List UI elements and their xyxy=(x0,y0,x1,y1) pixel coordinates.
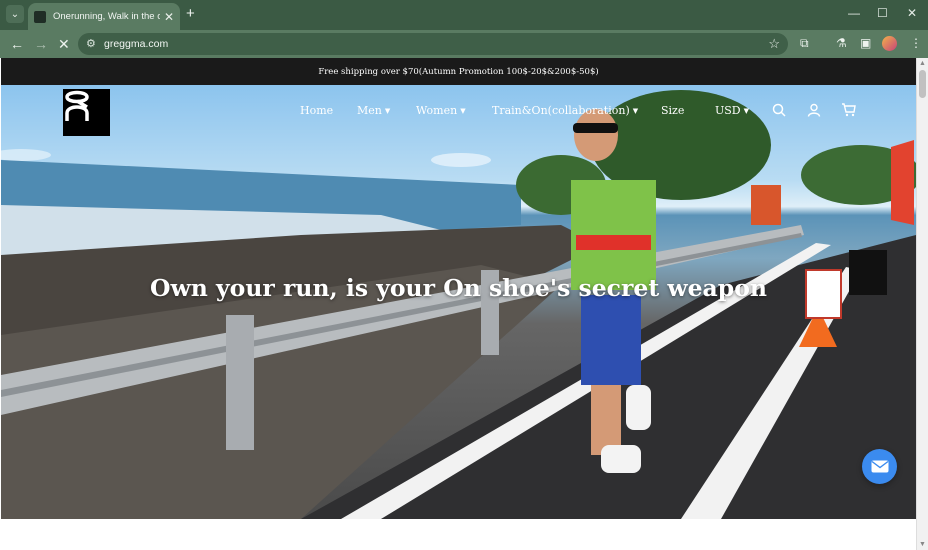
mail-icon xyxy=(871,460,888,473)
hero-banner: Home Men ▼ Women ▼ Train&On(collaboration)… xyxy=(1,85,916,519)
back-icon[interactable]: ← xyxy=(10,35,24,53)
nav-men[interactable]: Men ▼ xyxy=(357,104,390,117)
on-logo[interactable] xyxy=(63,89,110,136)
chevron-down-icon: ▼ xyxy=(632,107,639,115)
on-logo-icon xyxy=(65,90,89,121)
hero-photo xyxy=(1,90,916,519)
site-info-icon[interactable]: ⚙ xyxy=(86,37,96,50)
nav-size-label: Size xyxy=(661,104,685,117)
tab-search-icon[interactable]: ⌄ xyxy=(6,5,24,23)
promo-bar: Free shipping over $70(Autumn Promotion … xyxy=(1,58,916,85)
browser-tab-bar: ⌄ Onerunning, Walk in the clouds ✕ + — ☐… xyxy=(0,0,928,30)
close-window-icon[interactable]: ✕ xyxy=(907,6,917,20)
chat-mail-button[interactable] xyxy=(862,449,897,484)
nav-home-label: Home xyxy=(300,104,334,117)
profile-avatar[interactable] xyxy=(882,36,897,51)
close-tab-icon[interactable]: ✕ xyxy=(164,10,174,24)
web-page: Free shipping over $70(Autumn Promotion … xyxy=(1,58,916,550)
bookmark-star-icon[interactable]: ☆ xyxy=(768,36,780,52)
nav-women-label: Women xyxy=(416,104,458,117)
favicon-icon xyxy=(34,10,46,23)
url-text: greggma.com xyxy=(104,38,169,50)
extensions-icon[interactable]: ⧉ xyxy=(800,36,809,51)
nav-home[interactable]: Home xyxy=(300,104,333,117)
menu-icon[interactable]: ⋮ xyxy=(910,36,922,50)
currency-selector[interactable]: USD ▼ xyxy=(715,104,749,117)
new-tab-button[interactable]: + xyxy=(186,6,195,22)
scroll-down-icon[interactable]: ▼ xyxy=(919,541,926,548)
nav-men-label: Men xyxy=(357,104,382,117)
forward-icon[interactable]: → xyxy=(34,35,48,53)
chevron-down-icon: ▼ xyxy=(460,107,466,115)
stop-loading-icon[interactable]: ✕ xyxy=(58,35,70,53)
chevron-down-icon: ▼ xyxy=(384,107,391,115)
tab-title: Onerunning, Walk in the clouds xyxy=(53,11,160,22)
nav-train-label: Train&On(collaboration) xyxy=(492,104,630,117)
scroll-thumb[interactable] xyxy=(919,70,926,98)
address-bar[interactable]: ⚙ greggma.com ☆ xyxy=(78,33,788,55)
chevron-down-icon: ▼ xyxy=(743,107,750,115)
hero-headline: Own your run, is your On shoe's secret w… xyxy=(150,274,767,302)
currency-label: USD xyxy=(715,104,741,117)
labs-icon[interactable]: ⚗ xyxy=(836,36,847,50)
side-panel-icon[interactable]: ▣ xyxy=(860,36,871,50)
nav-size[interactable]: Size xyxy=(661,104,684,117)
browser-tab[interactable]: Onerunning, Walk in the clouds ✕ xyxy=(28,3,180,30)
scroll-up-icon[interactable]: ▲ xyxy=(919,60,926,67)
browser-toolbar: ← → ✕ ⚙ greggma.com ☆ ⧉ ⚗ ▣ ⋮ xyxy=(0,30,928,58)
page-scrollbar[interactable]: ▲ ▼ xyxy=(916,58,928,550)
minimize-icon[interactable]: — xyxy=(848,6,860,20)
nav-women[interactable]: Women ▼ xyxy=(416,104,466,117)
nav-train-collaboration[interactable]: Train&On(collaboration) ▼ xyxy=(492,104,638,117)
maximize-icon[interactable]: ☐ xyxy=(877,6,888,20)
